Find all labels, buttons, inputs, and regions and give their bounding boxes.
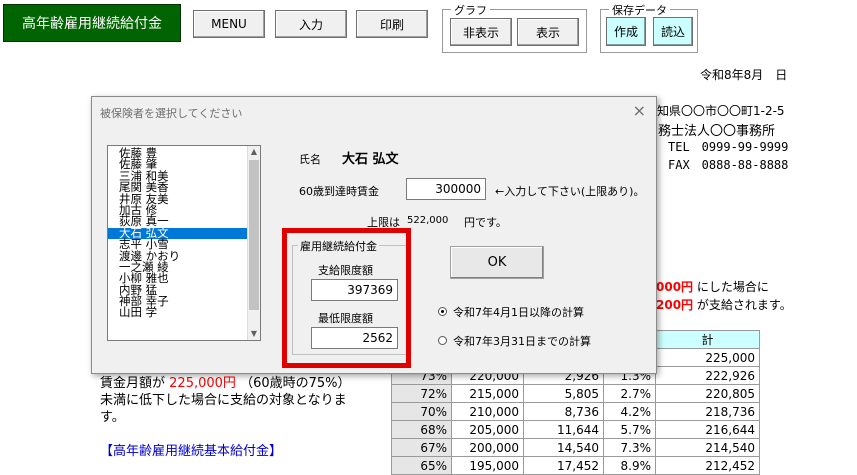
name-label: 氏名 xyxy=(299,153,321,166)
name-value: 大石 弘文 xyxy=(342,152,399,167)
sheet-left-line2: 未満に低下した場合に支給の対象となりま xyxy=(100,393,347,408)
create-button[interactable]: 作成 xyxy=(606,17,646,46)
wage-hint: ←入力して下さい(上限あり)。 xyxy=(495,185,645,198)
ok-button[interactable]: OK xyxy=(450,246,544,279)
table-cell: 195,000 xyxy=(451,456,524,475)
sheet-line2: 200円 が支給されます。 xyxy=(656,296,792,313)
table-cell: 5.7% xyxy=(603,420,656,439)
wage-label: 60歳到達時賃金 xyxy=(299,185,379,198)
table-cell: 4.2% xyxy=(603,402,656,421)
sheet-left-line3: す。 xyxy=(100,410,125,425)
table-cell: 8.9% xyxy=(603,456,656,475)
table-cell: 8,736 xyxy=(523,402,604,421)
table-cell: 222,926 xyxy=(655,366,760,385)
radio-before-r7-label: 令和7年3月31日までの計算 xyxy=(453,335,591,348)
table-cell: 205,000 xyxy=(451,420,524,439)
table-cell: 11,644 xyxy=(523,420,604,439)
table-cell: 218,736 xyxy=(655,402,760,421)
table-cell: 67% xyxy=(391,438,452,457)
app-title: 高年齢雇用継続給付金 xyxy=(3,4,181,42)
table-cell: 5,805 xyxy=(523,384,604,403)
table-cell: 72% xyxy=(391,384,452,403)
sheet-tel: TEL 0999-99-9999 xyxy=(668,140,789,154)
radio-after-r7[interactable] xyxy=(438,307,447,316)
section-heading: 【高年齢雇用継続基本給付金】 xyxy=(100,444,283,459)
menu-button[interactable]: MENU xyxy=(193,10,265,38)
insured-list-item[interactable]: 山田 学 xyxy=(108,307,247,319)
graph-group-caption: グラフ xyxy=(451,2,490,18)
table-cell: 212,452 xyxy=(655,456,760,475)
save-group-caption: 保存データ xyxy=(609,2,670,18)
radio-after-r7-label: 令和7年4月1日以降の計算 xyxy=(453,306,584,319)
table-cell: 216,644 xyxy=(655,420,760,439)
table-row: 72% 215,000 5,805 2.7% 220,805 xyxy=(391,384,760,403)
sheet-fax: FAX 0888-88-8888 xyxy=(668,158,789,172)
sheet-line1-text: にした場合に xyxy=(696,280,769,294)
table-cell: 220,805 xyxy=(655,384,760,403)
sheet-line2-text: が支給されます。 xyxy=(696,298,792,312)
table-cell: 14,540 xyxy=(523,438,604,457)
sheet-line1: 000円 にした場合に xyxy=(656,278,769,295)
table-header-cell: 計 xyxy=(655,330,760,349)
table-cell: 215,000 xyxy=(451,384,524,403)
load-button[interactable]: 読込 xyxy=(653,17,693,46)
wage-input[interactable]: 300000 xyxy=(406,178,486,200)
sheet-office: 労務士法人〇〇事務所 xyxy=(645,124,776,139)
sheet-line2-amount: 200円 xyxy=(656,298,694,312)
scroll-thumb[interactable] xyxy=(249,160,259,310)
table-cell: 7.3% xyxy=(603,438,656,457)
input-button[interactable]: 入力 xyxy=(275,10,347,38)
sheet-line1-amount: 000円 xyxy=(656,280,694,294)
table-cell: 225,000 xyxy=(655,348,760,367)
table-cell: 65% xyxy=(391,456,452,475)
scroll-up-icon[interactable]: ▲ xyxy=(248,146,260,158)
graph-hide-button[interactable]: 非表示 xyxy=(450,18,512,46)
table-cell: 70% xyxy=(391,402,452,421)
insured-listbox[interactable]: 佐藤 豊佐藤 肇三浦 和美 尾関 美香 井原 友美 加古 修荻原 真一 大石 弘文 志平 … xyxy=(107,145,261,341)
listbox-scrollbar[interactable]: ▲ ▼ xyxy=(247,146,260,340)
table-row: 65% 195,000 17,452 8.9% 212,452 xyxy=(391,456,760,475)
limit-unit: 円です。 xyxy=(464,216,507,229)
table-cell: 17,452 xyxy=(523,456,604,475)
sheet-date: 令和8年8月 日 xyxy=(700,68,788,82)
sheet-address: 愛知県〇〇市〇〇町1-2-5 xyxy=(645,104,785,118)
table-cell: 68% xyxy=(391,420,452,439)
table-row: 70% 210,000 8,736 4.2% 218,736 xyxy=(391,402,760,421)
table-cell: 2.7% xyxy=(603,384,656,403)
limit-value: 522,000 xyxy=(407,215,449,226)
scroll-down-icon[interactable]: ▼ xyxy=(248,328,260,340)
dialog-title: 被保険者を選択してください xyxy=(100,107,243,120)
table-cell: 200,000 xyxy=(451,438,524,457)
table-row: 67% 200,000 14,540 7.3% 214,540 xyxy=(391,438,760,457)
table-cell: 210,000 xyxy=(451,402,524,421)
radio-before-r7[interactable] xyxy=(438,336,447,345)
table-row: 68% 205,000 11,644 5.7% 216,644 xyxy=(391,420,760,439)
graph-show-button[interactable]: 表示 xyxy=(517,18,579,46)
highlight-box xyxy=(282,228,411,368)
dialog-close-button[interactable]: × xyxy=(633,101,646,120)
table-cell: 214,540 xyxy=(655,438,760,457)
print-button[interactable]: 印刷 xyxy=(356,10,428,38)
